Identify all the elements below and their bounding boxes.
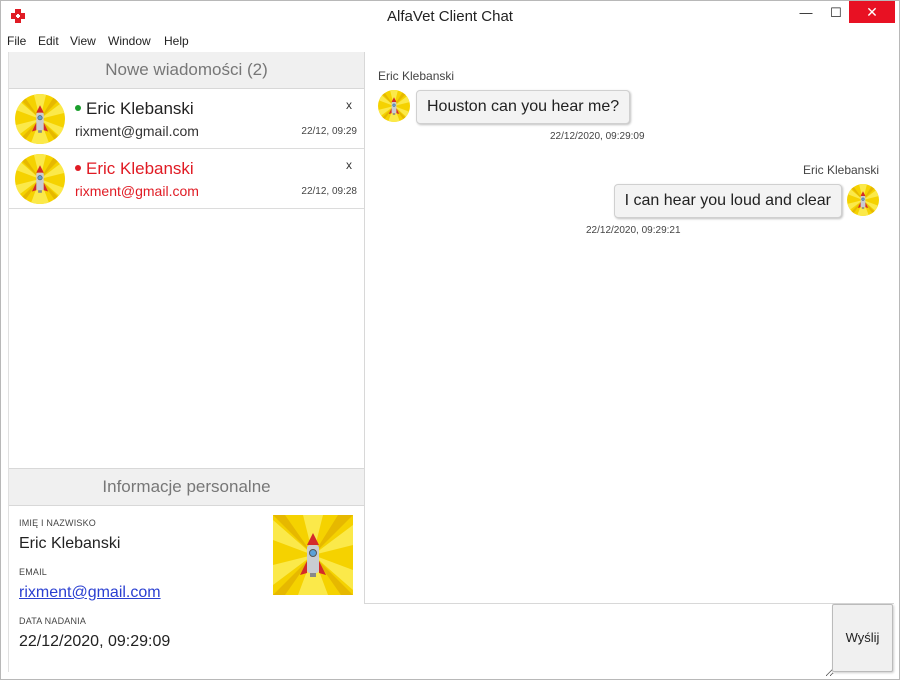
close-window-button[interactable]: ✕: [849, 1, 895, 23]
conversation-time: 22/12, 09:29: [301, 126, 357, 137]
menu-file[interactable]: File: [7, 34, 26, 48]
conversation-item[interactable]: Eric Klebanski rixment@gmail.com x 22/12…: [9, 149, 364, 209]
rocket-avatar-icon: [15, 94, 65, 144]
online-status-dot: [75, 104, 81, 111]
message-time: 22/12/2020, 09:29:21: [586, 225, 681, 236]
conversations-panel: Nowe wiadomości (2) Eric Klebanski rixme…: [8, 52, 365, 672]
conversation-name-text: Eric Klebanski: [86, 99, 194, 118]
message-sender: Eric Klebanski: [802, 163, 879, 177]
conversation-email: rixment@gmail.com: [75, 123, 199, 139]
new-messages-header: Nowe wiadomości (2): [9, 52, 364, 89]
rocket-avatar-icon: [378, 90, 410, 122]
close-conversation-button[interactable]: x: [346, 98, 352, 112]
email-link[interactable]: rixment@gmail.com: [19, 584, 161, 602]
maximize-button[interactable]: ☐: [821, 1, 851, 25]
conversation-time: 22/12, 09:28: [301, 186, 357, 197]
contact-photo: [273, 515, 353, 595]
window-title: AlfaVet Client Chat: [387, 8, 513, 25]
send-button[interactable]: Wyślij: [832, 604, 893, 672]
message-bubble: Houston can you hear me?: [416, 90, 631, 124]
message-input[interactable]: [364, 604, 834, 677]
conversation-item[interactable]: Eric Klebanski rixment@gmail.com x 22/12…: [9, 89, 364, 149]
app-window: AlfaVet Client Chat — ☐ ✕ File Edit View…: [0, 0, 900, 680]
conversation-email: rixment@gmail.com: [75, 183, 199, 199]
chat-area: Eric Klebanski Houston can you hear me? …: [364, 52, 893, 602]
message-time: 22/12/2020, 09:29:09: [550, 131, 645, 142]
menu-bar: File Edit View Window Help: [1, 31, 899, 52]
name-value: Eric Klebanski: [19, 535, 121, 552]
message-sender: Eric Klebanski: [378, 69, 455, 83]
message-composer: Wyślij: [364, 603, 894, 677]
personal-info-header: Informacje personalne: [9, 468, 364, 506]
rocket-avatar-icon: [847, 184, 879, 216]
menu-window[interactable]: Window: [108, 34, 151, 48]
email-label: EMAIL: [19, 567, 48, 577]
message-bubble: I can hear you loud and clear: [613, 184, 842, 218]
menu-edit[interactable]: Edit: [38, 34, 59, 48]
date-value: 22/12/2020, 09:29:09: [19, 633, 171, 650]
menu-view[interactable]: View: [70, 34, 96, 48]
menu-help[interactable]: Help: [164, 34, 189, 48]
minimize-button[interactable]: —: [791, 1, 821, 25]
date-label: DATA NADANIA: [19, 616, 87, 626]
conversation-name: Eric Klebanski: [75, 99, 194, 119]
personal-info: IMIĘ I NAZWISKO Eric Klebanski EMAIL rix…: [9, 504, 364, 672]
rocket-avatar-icon: [15, 154, 65, 204]
name-label: IMIĘ I NAZWISKO: [19, 518, 97, 528]
conversation-name-text: Eric Klebanski: [86, 159, 194, 178]
unread-status-dot: [75, 164, 81, 171]
conversation-name: Eric Klebanski: [75, 159, 194, 179]
close-conversation-button[interactable]: x: [346, 158, 352, 172]
title-bar: AlfaVet Client Chat — ☐ ✕: [1, 1, 899, 31]
